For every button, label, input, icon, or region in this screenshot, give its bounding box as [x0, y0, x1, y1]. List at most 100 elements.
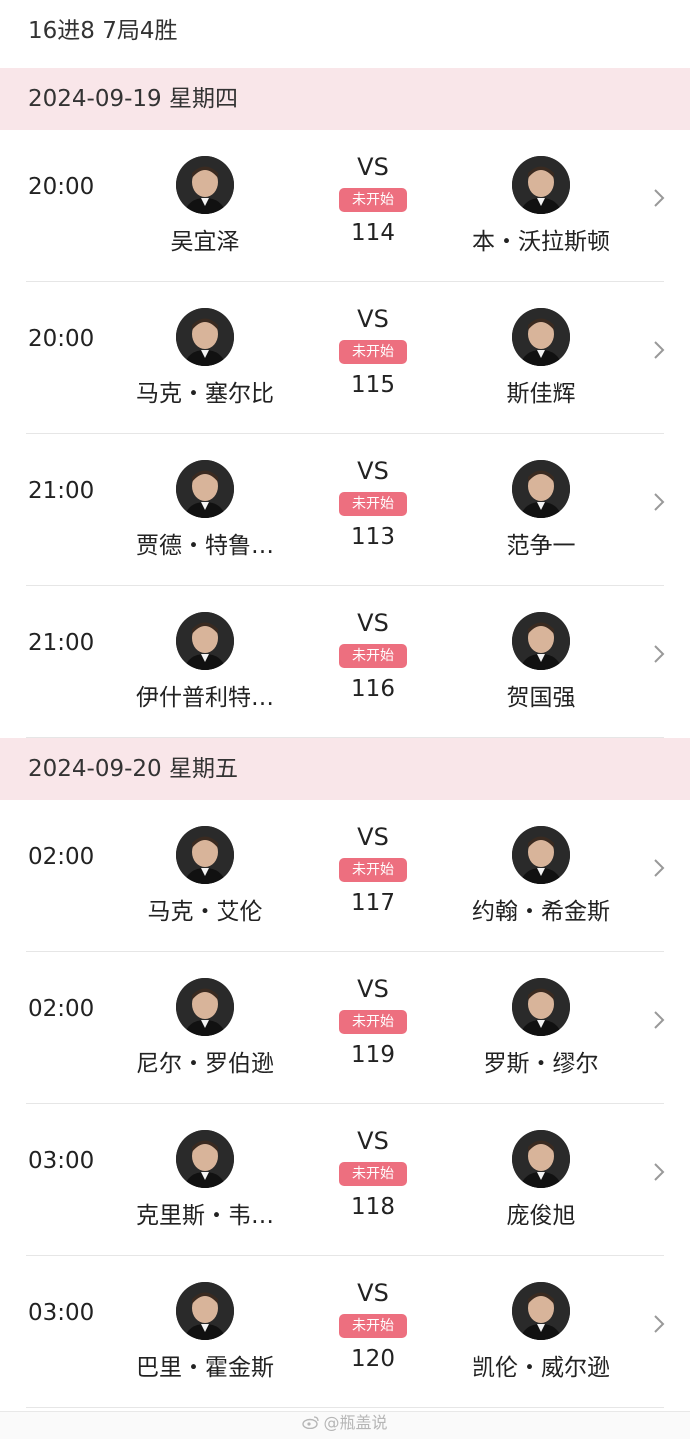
player-home: 尼尔・罗伯逊 — [105, 978, 305, 1078]
player-away: 斯佳辉 — [441, 308, 641, 408]
player-name: 本・沃拉斯顿 — [472, 229, 610, 255]
player-avatar-icon — [176, 460, 234, 518]
chevron-right-icon[interactable] — [650, 856, 668, 880]
player-name: 范争一 — [506, 533, 576, 559]
player-name: 斯佳辉 — [506, 381, 576, 407]
match-time: 02:00 — [28, 996, 95, 1022]
chevron-right-icon[interactable] — [650, 338, 668, 362]
player-home: 贾德・特鲁… — [105, 460, 305, 560]
player-name: 克里斯・韦… — [136, 1203, 274, 1229]
match-row[interactable]: 03:00 克里斯・韦… VS 未开始 118 庞俊旭 — [0, 1104, 690, 1256]
player-avatar-icon — [512, 308, 570, 366]
player-name: 伊什普利特… — [136, 685, 274, 711]
player-home: 伊什普利特… — [105, 612, 305, 712]
vs-label: VS — [357, 609, 389, 637]
weibo-icon — [302, 1412, 320, 1436]
player-name: 罗斯・缪尔 — [483, 1051, 599, 1077]
match-row[interactable]: 20:00 吴宜泽 VS 未开始 114 本・沃拉斯顿 — [0, 130, 690, 282]
player-away: 约翰・希金斯 — [441, 826, 641, 926]
match-code: 116 — [351, 676, 395, 702]
player-avatar-icon — [512, 1282, 570, 1340]
player-name: 吴宜泽 — [170, 229, 240, 255]
status-badge: 未开始 — [339, 188, 407, 212]
status-badge: 未开始 — [339, 644, 407, 668]
match-code: 120 — [351, 1346, 395, 1372]
match-center: VS 未开始 119 — [323, 974, 423, 1068]
player-away: 范争一 — [441, 460, 641, 560]
match-row[interactable]: 02:00 马克・艾伦 VS 未开始 117 约翰・希金斯 — [0, 800, 690, 952]
match-row[interactable]: 21:00 贾德・特鲁… VS 未开始 113 范争一 — [0, 434, 690, 586]
vs-label: VS — [357, 975, 389, 1003]
match-time: 20:00 — [28, 174, 95, 200]
match-center: VS 未开始 115 — [323, 304, 423, 398]
match-row[interactable]: 02:00 尼尔・罗伯逊 VS 未开始 119 罗斯・缪尔 — [0, 952, 690, 1104]
round-header: 16进8 7局4胜 — [0, 0, 690, 68]
match-schedule: 2024-09-19 星期四 20:00 吴宜泽 VS 未开始 114 本・沃拉斯顿 20:0… — [0, 68, 690, 1408]
player-name: 贾德・特鲁… — [136, 533, 274, 559]
date-header: 2024-09-20 星期五 — [0, 738, 690, 800]
match-center: VS 未开始 113 — [323, 456, 423, 550]
match-code: 113 — [351, 524, 395, 550]
player-name: 凯伦・威尔逊 — [472, 1355, 610, 1381]
row-divider — [26, 1407, 664, 1408]
watermark-text: @瓶盖说 — [323, 1413, 388, 1432]
chevron-right-icon[interactable] — [650, 1312, 668, 1336]
match-code: 119 — [351, 1042, 395, 1068]
player-away: 罗斯・缪尔 — [441, 978, 641, 1078]
vs-label: VS — [357, 1279, 389, 1307]
player-avatar-icon — [176, 978, 234, 1036]
player-name: 马克・艾伦 — [147, 899, 263, 925]
match-time: 02:00 — [28, 844, 95, 870]
player-avatar-icon — [512, 460, 570, 518]
chevron-right-icon[interactable] — [650, 1008, 668, 1032]
match-code: 115 — [351, 372, 395, 398]
player-home: 马克・塞尔比 — [105, 308, 305, 408]
match-time: 20:00 — [28, 326, 95, 352]
match-center: VS 未开始 120 — [323, 1278, 423, 1372]
player-name: 尼尔・罗伯逊 — [136, 1051, 274, 1077]
player-avatar-icon — [512, 826, 570, 884]
player-avatar-icon — [176, 156, 234, 214]
player-away: 贺国强 — [441, 612, 641, 712]
player-home: 克里斯・韦… — [105, 1130, 305, 1230]
status-badge: 未开始 — [339, 492, 407, 516]
date-header: 2024-09-19 星期四 — [0, 68, 690, 130]
player-away: 本・沃拉斯顿 — [441, 156, 641, 256]
match-code: 118 — [351, 1194, 395, 1220]
player-home: 马克・艾伦 — [105, 826, 305, 926]
player-away: 庞俊旭 — [441, 1130, 641, 1230]
vs-label: VS — [357, 153, 389, 181]
row-divider — [26, 737, 664, 738]
match-time: 21:00 — [28, 630, 95, 656]
player-avatar-icon — [512, 978, 570, 1036]
chevron-right-icon[interactable] — [650, 186, 668, 210]
player-name: 马克・塞尔比 — [136, 381, 274, 407]
match-center: VS 未开始 114 — [323, 152, 423, 246]
status-badge: 未开始 — [339, 1010, 407, 1034]
status-badge: 未开始 — [339, 1162, 407, 1186]
player-avatar-icon — [176, 308, 234, 366]
match-code: 114 — [351, 220, 395, 246]
match-code: 117 — [351, 890, 395, 916]
match-time: 21:00 — [28, 478, 95, 504]
player-avatar-icon — [512, 156, 570, 214]
status-badge: 未开始 — [339, 340, 407, 364]
status-badge: 未开始 — [339, 858, 407, 882]
match-center: VS 未开始 116 — [323, 608, 423, 702]
player-avatar-icon — [176, 826, 234, 884]
player-home: 吴宜泽 — [105, 156, 305, 256]
chevron-right-icon[interactable] — [650, 490, 668, 514]
vs-label: VS — [357, 457, 389, 485]
chevron-right-icon[interactable] — [650, 642, 668, 666]
match-row[interactable]: 20:00 马克・塞尔比 VS 未开始 115 斯佳辉 — [0, 282, 690, 434]
match-row[interactable]: 21:00 伊什普利特… VS 未开始 116 贺国强 — [0, 586, 690, 738]
player-home: 巴里・霍金斯 — [105, 1282, 305, 1382]
chevron-right-icon[interactable] — [650, 1160, 668, 1184]
player-name: 贺国强 — [506, 685, 576, 711]
player-avatar-icon — [176, 1130, 234, 1188]
watermark: @瓶盖说 — [0, 1411, 690, 1436]
vs-label: VS — [357, 305, 389, 333]
match-row[interactable]: 03:00 巴里・霍金斯 VS 未开始 120 凯伦・威尔逊 — [0, 1256, 690, 1408]
player-name: 约翰・希金斯 — [472, 899, 610, 925]
player-avatar-icon — [512, 1130, 570, 1188]
